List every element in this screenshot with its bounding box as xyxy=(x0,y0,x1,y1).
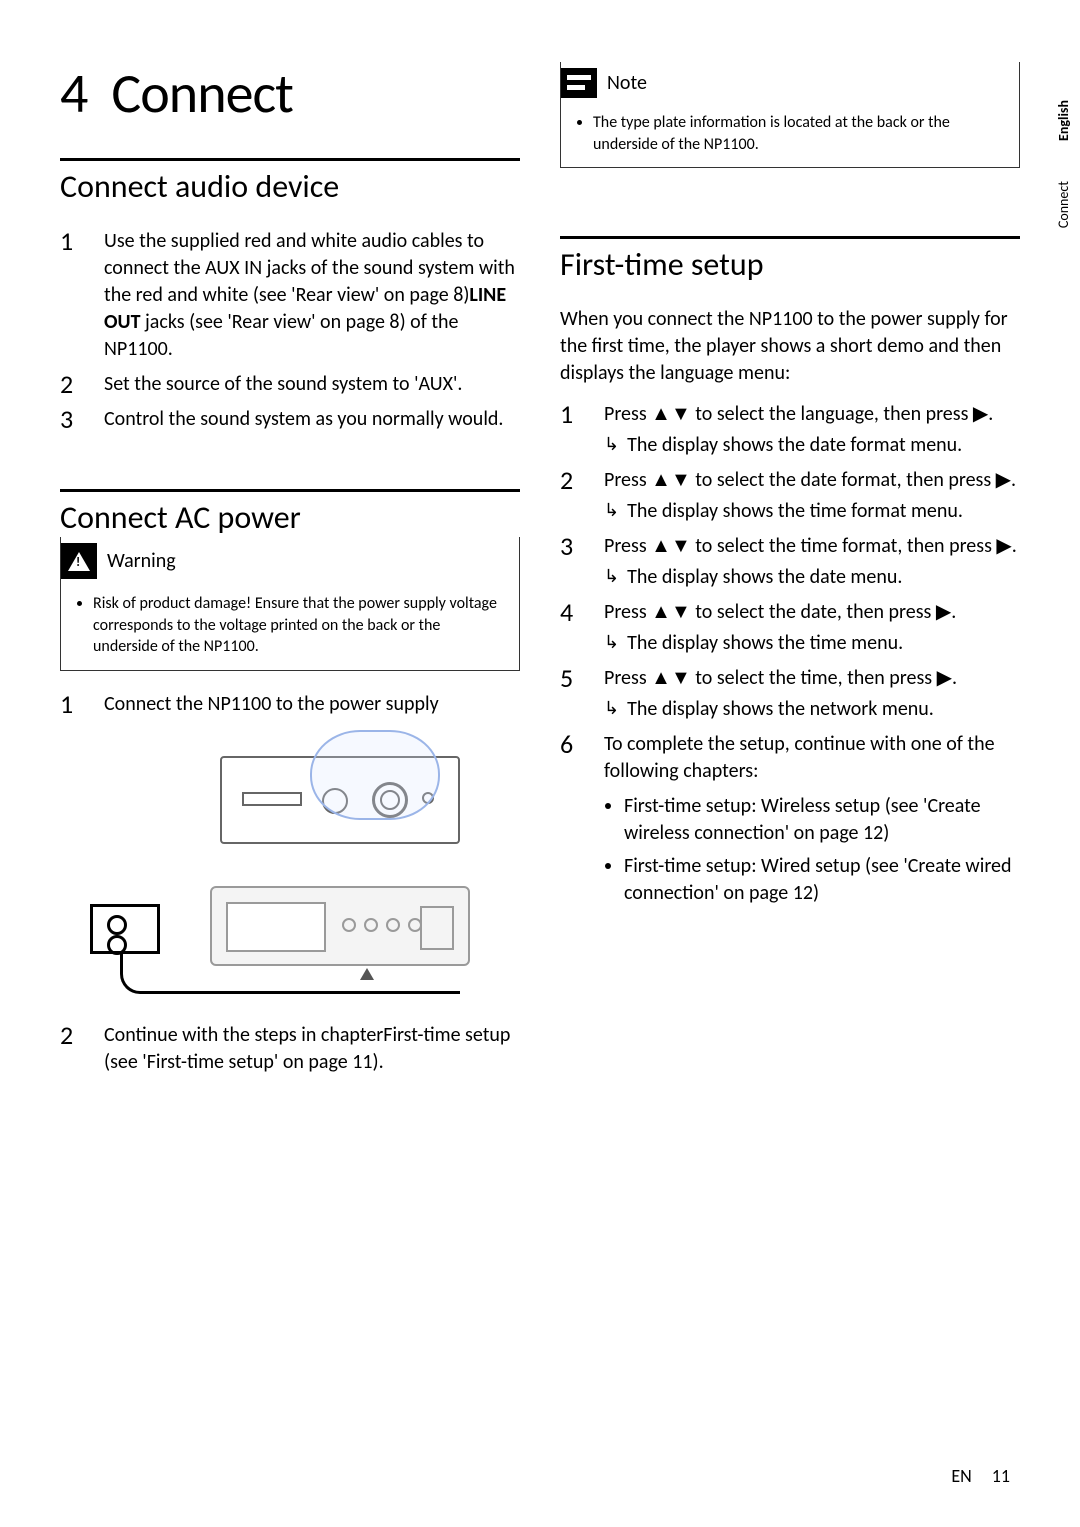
step-number: 3 xyxy=(60,406,104,432)
step-result: The display shows the network menu. xyxy=(627,696,934,723)
left-column: 4 Connect Connect audio device 1 Use the … xyxy=(60,60,520,1084)
result-arrow-icon: ↳ xyxy=(604,498,619,525)
step-text: Use the supplied red and white audio cab… xyxy=(104,228,520,363)
heading-connect-audio: Connect audio device xyxy=(60,167,520,206)
note-text: The type plate information is located at… xyxy=(593,112,1005,155)
step-text: Connect the NP1100 to the power supply xyxy=(104,691,439,718)
step-text: Control the sound system as you normally… xyxy=(104,406,503,433)
warning-label: Warning xyxy=(107,549,176,573)
chapter-title: 4 Connect xyxy=(60,60,520,128)
step-number: 1 xyxy=(60,691,104,717)
note-icon xyxy=(561,68,597,98)
step-text: Press ▲▼ to select the date format, then… xyxy=(604,467,1016,494)
rule xyxy=(60,158,520,161)
step-number: 2 xyxy=(60,371,104,397)
wall-plug-illustration xyxy=(90,904,160,954)
result-arrow-icon: ↳ xyxy=(604,432,619,459)
result-arrow-icon: ↳ xyxy=(604,696,619,723)
rule xyxy=(560,236,1020,239)
first-time-steps: 1 Press ▲▼ to select the language, then … xyxy=(560,401,1020,785)
side-tabs: English Connect xyxy=(1055,100,1072,228)
result-arrow-icon: ↳ xyxy=(604,564,619,591)
bullet-item: First-time setup: Wired setup (see 'Crea… xyxy=(624,853,1020,907)
note-callout: Note The type plate information is locat… xyxy=(560,62,1020,168)
step-text: Press ▲▼ to select the date, then press … xyxy=(604,599,956,626)
step-text: Press ▲▼ to select the time format, then… xyxy=(604,533,1017,560)
step-number: 6 xyxy=(560,731,604,757)
step-text: Continue with the steps in chapterFirst-… xyxy=(104,1022,520,1076)
step-result: The display shows the time menu. xyxy=(627,630,903,657)
step-number: 4 xyxy=(560,599,604,625)
page-footer: EN 11 xyxy=(951,1465,1010,1487)
connect-audio-steps: 1 Use the supplied red and white audio c… xyxy=(60,228,520,433)
step-number: 2 xyxy=(60,1022,104,1048)
rule xyxy=(60,489,520,492)
step-text: To complete the setup, continue with one… xyxy=(604,731,1020,785)
step-result: The display shows the date format menu. xyxy=(627,432,962,459)
step-text: Set the source of the sound system to 'A… xyxy=(104,371,462,398)
warning-text: Risk of product damage! Ensure that the … xyxy=(93,593,505,658)
step-body: Press ▲▼ to select the language, then pr… xyxy=(604,401,993,459)
footer-language: EN xyxy=(951,1465,971,1487)
step-number: 1 xyxy=(560,401,604,427)
power-connection-diagram xyxy=(60,736,520,996)
step-body: Press ▲▼ to select the time, then press … xyxy=(604,665,957,723)
step-result: The display shows the time format menu. xyxy=(627,498,963,525)
right-column: Note The type plate information is locat… xyxy=(560,60,1020,1084)
side-tab-section: Connect xyxy=(1055,181,1072,228)
heading-first-time-setup: First-time setup xyxy=(560,245,1020,284)
first-time-bullets: First-time setup: Wireless setup (see 'C… xyxy=(560,793,1020,907)
warning-body: Risk of product damage! Ensure that the … xyxy=(61,585,519,670)
step-number: 2 xyxy=(560,467,604,493)
footer-page-number: 11 xyxy=(992,1465,1010,1487)
connect-ac-steps-cont: 2 Continue with the steps in chapterFirs… xyxy=(60,1022,520,1076)
step-text: Press ▲▼ to select the time, then press … xyxy=(604,665,957,692)
step-number: 1 xyxy=(60,228,104,254)
cable-illustration xyxy=(120,954,460,994)
side-tab-language: English xyxy=(1055,100,1072,141)
warning-callout: Warning Risk of product damage! Ensure t… xyxy=(60,537,520,671)
chapter-title-text: Connect xyxy=(111,60,293,128)
step-body: Press ▲▼ to select the time format, then… xyxy=(604,533,1017,591)
first-time-intro: When you connect the NP1100 to the power… xyxy=(560,306,1020,387)
step-body: Press ▲▼ to select the date, then press … xyxy=(604,599,956,657)
chapter-number: 4 xyxy=(60,60,87,128)
heading-connect-ac: Connect AC power xyxy=(60,498,520,537)
step-body: To complete the setup, continue with one… xyxy=(604,731,1020,785)
jack-highlight xyxy=(310,730,440,820)
step-result: The display shows the date menu. xyxy=(627,564,902,591)
note-body: The type plate information is located at… xyxy=(561,104,1019,167)
note-label: Note xyxy=(607,71,647,95)
step-text: Press ▲▼ to select the language, then pr… xyxy=(604,401,993,428)
connect-ac-steps: 1 Connect the NP1100 to the power supply xyxy=(60,691,520,718)
warning-icon xyxy=(61,543,97,579)
step-number: 3 xyxy=(560,533,604,559)
step-number: 5 xyxy=(560,665,604,691)
step-body: Press ▲▼ to select the date format, then… xyxy=(604,467,1016,525)
bullet-item: First-time setup: Wireless setup (see 'C… xyxy=(624,793,1020,847)
result-arrow-icon: ↳ xyxy=(604,630,619,657)
